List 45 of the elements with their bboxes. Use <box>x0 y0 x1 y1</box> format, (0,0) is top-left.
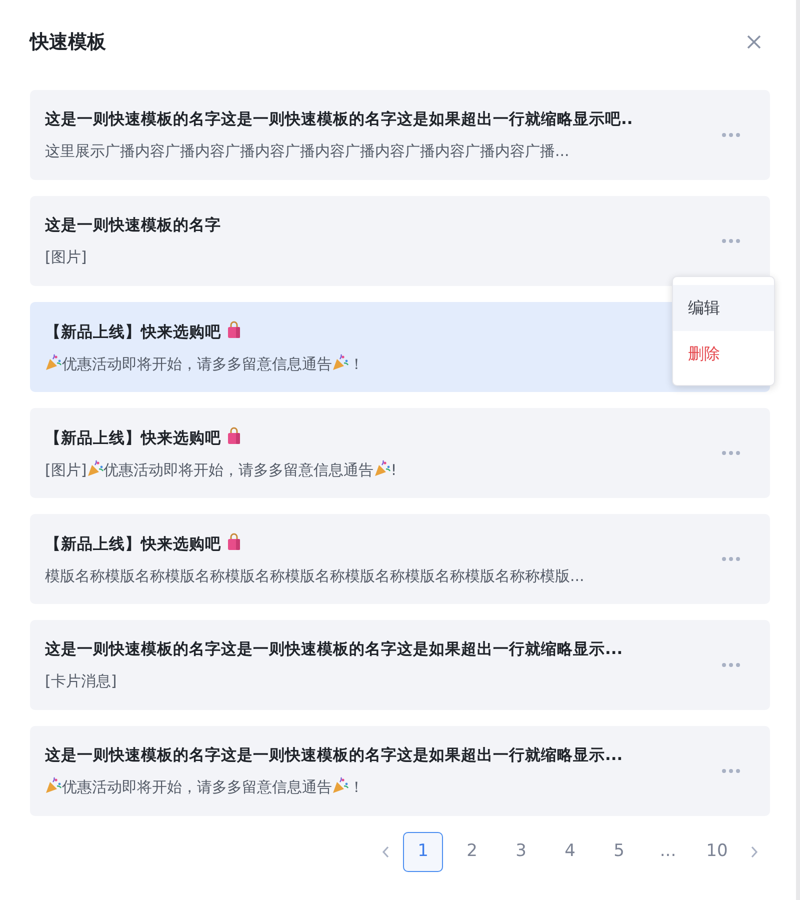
shopping-bag-icon <box>225 532 243 550</box>
template-content: [卡片消息] <box>45 672 117 690</box>
page-button[interactable]: 2 <box>452 832 492 872</box>
shopping-bag-icon <box>225 320 243 338</box>
page-button[interactable]: 3 <box>501 832 541 872</box>
party-popper-icon <box>45 777 62 794</box>
template-content: [图片] <box>45 248 87 266</box>
party-popper-icon <box>374 460 391 476</box>
party-popper-icon <box>86 460 104 476</box>
template-content: 模版名称模版名称模版名称模版名称模版名称模版名称模版名称模版名称称模版... <box>45 566 584 584</box>
template-card[interactable]: 这是一则快速模板的名字这是一则快速模板的名字这是如果超出一行就缩略显示... [卡片消息] <box>30 620 770 710</box>
chevron-left-icon[interactable] <box>382 846 390 858</box>
template-content: ！ <box>349 354 364 372</box>
template-name: 【新品上线】快来选购吧 <box>45 322 221 340</box>
template-name: 【新品上线】快来选购吧 <box>45 534 221 552</box>
template-card[interactable]: 【新品上线】快来选购吧 [图片] 优惠活动即将开始，请多多留意信息通告 ! <box>30 408 770 498</box>
template-content: 优惠活动即将开始，请多多留意信息通告 <box>62 778 332 796</box>
close-icon[interactable] <box>746 34 762 50</box>
template-card[interactable]: 这是一则快速模板的名字 [图片] <box>30 196 770 286</box>
page-button[interactable]: 1 <box>403 832 443 872</box>
page-button[interactable]: ... <box>648 832 688 872</box>
template-card[interactable]: 【新品上线】快来选购吧 模版名称模版名称模版名称模版名称模版名称模版名称模版名称模版名称称模版... <box>30 514 770 604</box>
page-button[interactable]: 5 <box>599 832 639 872</box>
template-name: 这是一则快速模板的名字这是一则快速模板的名字这是如果超出一行就缩略显示吧.. <box>45 110 633 128</box>
dialog-title: 快速模板 <box>30 30 106 55</box>
template-name: 这是一则快速模板的名字这是一则快速模板的名字这是如果超出一行就缩略显示... <box>45 746 623 764</box>
chevron-right-icon[interactable] <box>750 846 758 858</box>
template-card[interactable]: 这是一则快速模板的名字这是一则快速模板的名字这是如果超出一行就缩略显示... 优惠活动即将开始，请多多留意信息通告 ！ <box>30 726 770 816</box>
template-content: 优惠活动即将开始，请多多留意信息通告 <box>104 460 374 478</box>
template-content: ！ <box>349 778 364 796</box>
shopping-bag-icon <box>225 426 243 444</box>
template-content: 优惠活动即将开始，请多多留意信息通告 <box>62 354 332 372</box>
template-content: [图片] <box>45 460 87 478</box>
party-popper-icon <box>45 354 62 370</box>
party-popper-icon <box>332 777 349 794</box>
template-name: 这是一则快速模板的名字这是一则快速模板的名字这是如果超出一行就缩略显示... <box>45 640 623 658</box>
menu-item[interactable]: 编辑 <box>673 285 774 331</box>
page-button[interactable]: 10 <box>697 832 737 872</box>
template-content: 这里展示广播内容广播内容广播内容广播内容广播内容广播内容广播内容广播... <box>45 142 570 160</box>
template-name: 【新品上线】快来选购吧 <box>45 428 221 446</box>
template-name: 这是一则快速模板的名字 <box>45 216 221 234</box>
party-popper-icon <box>332 354 349 370</box>
page-button[interactable]: 4 <box>550 832 590 872</box>
template-content: ! <box>390 460 397 478</box>
template-card[interactable]: 这是一则快速模板的名字这是一则快速模板的名字这是如果超出一行就缩略显示吧.. 这里展示广播内容广播内容广播内容广播内容广播内容广播内容广播内容广播... <box>30 90 770 180</box>
